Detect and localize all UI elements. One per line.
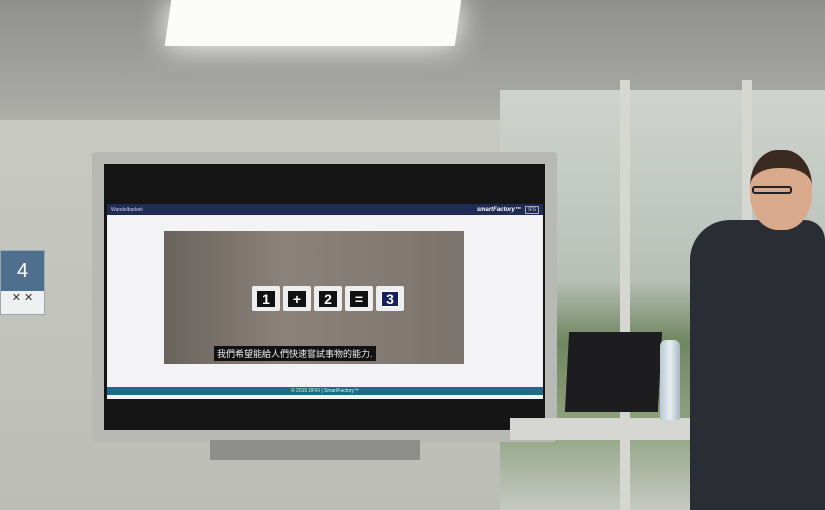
video-subtitle: 我們希望能給人們快速嘗試事物的能力. xyxy=(214,346,376,361)
display-monitor: Wandelbarkeit smartFactory™ IFS 1 + 2 = … xyxy=(92,152,557,442)
water-bottle xyxy=(660,340,680,420)
presenter-body xyxy=(690,220,825,510)
video-frame: 1 + 2 = 3 我們希望能給人們快速嘗試事物的能力. xyxy=(164,231,464,364)
presentation-slide: Wandelbarkeit smartFactory™ IFS 1 + 2 = … xyxy=(107,204,543,399)
presenter xyxy=(690,150,825,510)
room-sign: 4 ✕ ✕ xyxy=(0,250,45,315)
slide-footer: © 2015 DFKI | SmartFactory™ xyxy=(107,387,543,395)
window-frame xyxy=(620,80,630,510)
tile: = xyxy=(345,286,373,311)
tile: + xyxy=(283,286,311,311)
partner-logo: IFS xyxy=(525,205,539,214)
tile: 3 xyxy=(376,286,404,311)
room-number: 4 xyxy=(1,251,44,291)
monitor-stand xyxy=(210,440,420,460)
equation-tiles: 1 + 2 = 3 xyxy=(252,286,404,311)
tile: 1 xyxy=(252,286,280,311)
glasses xyxy=(752,186,792,194)
tile: 2 xyxy=(314,286,342,311)
screen: Wandelbarkeit smartFactory™ IFS 1 + 2 = … xyxy=(104,164,545,430)
ceiling-light xyxy=(164,0,462,46)
slide-header-title: Wandelbarkeit xyxy=(111,206,143,213)
sign-icons: ✕ ✕ xyxy=(11,292,34,304)
slide-header: Wandelbarkeit smartFactory™ IFS xyxy=(107,204,543,215)
laptop xyxy=(564,332,663,412)
brand-logo: smartFactory™ xyxy=(476,206,521,213)
